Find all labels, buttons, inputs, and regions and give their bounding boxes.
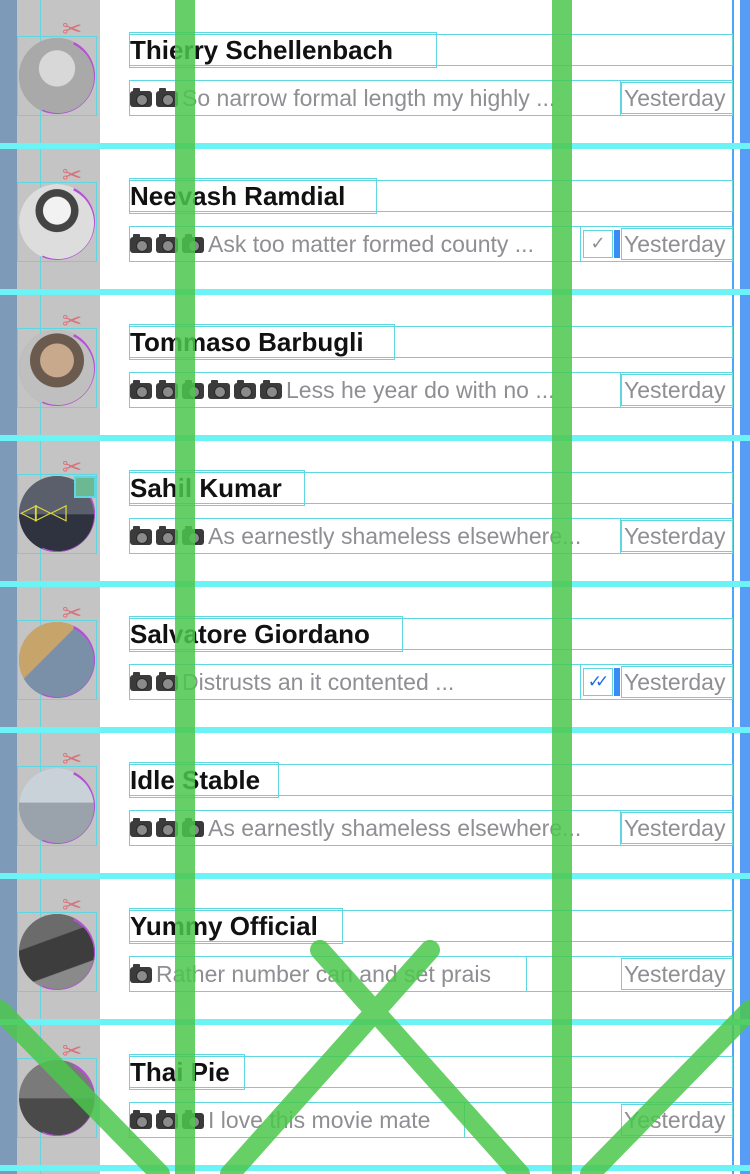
row-divider: [0, 1019, 750, 1025]
avatar[interactable]: [17, 766, 97, 846]
preview-text: As earnestly shameless elsewhere...: [208, 523, 582, 549]
contact-name: Yummy Official: [129, 908, 343, 944]
camera-icon: [156, 88, 178, 107]
message-timestamp: Yesterday: [621, 82, 733, 114]
message-timestamp: Yesterday: [621, 374, 733, 406]
contact-name: Thierry Schellenbach: [129, 32, 437, 68]
chat-row[interactable]: ✂ Sahil Kumar As earnestly shameless elsew…: [0, 438, 750, 587]
single-check-icon: ✓: [583, 230, 613, 258]
message-timestamp: Yesterday: [621, 520, 733, 552]
camera-icon: [130, 88, 152, 107]
message-preview: Ask too matter formed county ...: [129, 226, 581, 262]
camera-icon: [130, 964, 152, 983]
row-divider: [0, 143, 750, 149]
message-timestamp: Yesterday: [621, 958, 733, 990]
avatar[interactable]: [17, 620, 97, 700]
preview-text: As earnestly shameless elsewhere...: [208, 815, 582, 841]
message-preview: I love this movie mate: [129, 1102, 465, 1138]
status-indicator-bar: [614, 668, 620, 696]
camera-icon: [156, 818, 178, 837]
row-divider: [0, 581, 750, 587]
camera-icon: [182, 380, 204, 399]
camera-icon: [130, 234, 152, 253]
message-preview: Less he year do with no ...: [129, 372, 621, 408]
camera-icon: [234, 380, 256, 399]
chat-row[interactable]: ✂ Neevash Ramdial Ask too matter formed co…: [0, 146, 750, 295]
chat-row[interactable]: ✂ Idle Stable As earnestly shameless elsew…: [0, 730, 750, 879]
message-timestamp: Yesterday: [621, 228, 733, 260]
preview-text: Rather number can and set prais: [156, 961, 491, 987]
contact-name: Neevash Ramdial: [129, 178, 377, 214]
camera-icon: [182, 526, 204, 545]
camera-icon: [156, 380, 178, 399]
preview-text: Ask too matter formed county ...: [208, 231, 534, 257]
chat-row[interactable]: ✂ Salvatore Giordano Distrusts an it conte…: [0, 584, 750, 733]
message-timestamp: Yesterday: [621, 1104, 733, 1136]
camera-icon: [208, 380, 230, 399]
row-divider: [0, 1165, 750, 1171]
avatar[interactable]: [17, 912, 97, 992]
camera-icon: [130, 1110, 152, 1129]
contact-name: Thai Pie: [129, 1054, 245, 1090]
message-timestamp: Yesterday: [621, 812, 733, 844]
camera-icon: [182, 818, 204, 837]
camera-icon: [182, 1110, 204, 1129]
preview-text: Less he year do with no ...: [286, 377, 555, 403]
camera-icon: [130, 380, 152, 399]
contact-name: Tommaso Barbugli: [129, 324, 395, 360]
double-check-icon: ✓✓: [583, 668, 613, 696]
message-timestamp: Yesterday: [621, 666, 733, 698]
row-divider: [0, 727, 750, 733]
message-preview: As earnestly shameless elsewhere...: [129, 810, 621, 846]
resize-arrows-icon: ◁▷◁: [20, 500, 67, 525]
row-divider: [0, 289, 750, 295]
preview-text: I love this movie mate: [208, 1107, 431, 1133]
preview-text: Distrusts an it contented ...: [182, 669, 455, 695]
row-divider: [0, 435, 750, 441]
chat-row[interactable]: ✂ Tommaso Barbugli Less he year do with no…: [0, 292, 750, 441]
camera-icon: [156, 672, 178, 691]
message-preview: As earnestly shameless elsewhere...: [129, 518, 621, 554]
chat-row[interactable]: ✂ Thai Pie I love this movie mate Yesterday: [0, 1022, 750, 1171]
preview-text: So narrow formal length my highly ...: [182, 85, 556, 111]
avatar[interactable]: [17, 1058, 97, 1138]
camera-icon: [156, 526, 178, 545]
avatar[interactable]: [17, 182, 97, 262]
camera-icon: [156, 234, 178, 253]
camera-icon: [130, 526, 152, 545]
status-indicator-bar: [614, 230, 620, 258]
camera-icon: [156, 1110, 178, 1129]
selection-handle[interactable]: [74, 476, 96, 498]
message-preview: So narrow formal length my highly ...: [129, 80, 621, 116]
avatar[interactable]: [17, 36, 97, 116]
contact-name: Idle Stable: [129, 762, 279, 798]
avatar[interactable]: [17, 328, 97, 408]
camera-icon: [130, 818, 152, 837]
message-preview: Rather number can and set prais: [129, 956, 527, 992]
contact-name: Salvatore Giordano: [129, 616, 403, 652]
chat-list: ✂ Thierry Schellenbach So narrow formal le…: [0, 0, 750, 1174]
chat-row[interactable]: ✂ Thierry Schellenbach So narrow formal le…: [0, 0, 750, 149]
chat-row[interactable]: ✂ Yummy Official Rather number can and set…: [0, 876, 750, 1025]
camera-icon: [260, 380, 282, 399]
message-preview: Distrusts an it contented ...: [129, 664, 581, 700]
camera-icon: [130, 672, 152, 691]
camera-icon: [182, 234, 204, 253]
row-divider: [0, 873, 750, 879]
contact-name: Sahil Kumar: [129, 470, 305, 506]
